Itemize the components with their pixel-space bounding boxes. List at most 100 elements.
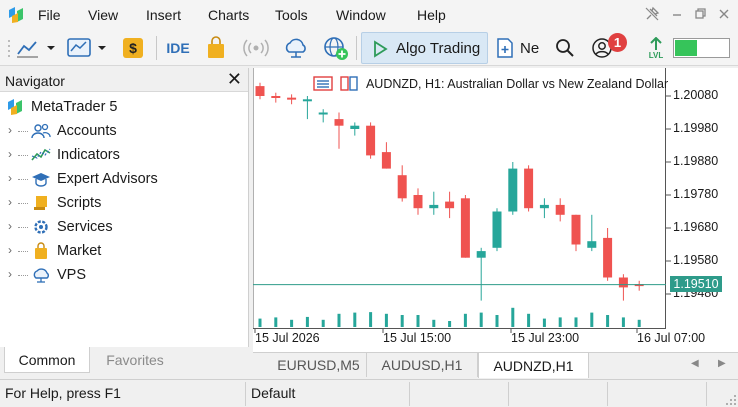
volume-bar: [305, 316, 309, 327]
restore-icon[interactable]: [692, 6, 708, 22]
candle-body: [587, 241, 597, 248]
level-button[interactable]: LVL: [643, 34, 669, 62]
algo-trading-label: Algo Trading: [396, 39, 481, 57]
expand-chevron-icon[interactable]: ›: [8, 243, 12, 257]
status-bar: For Help, press F1 Default: [0, 379, 738, 407]
expand-chevron-icon[interactable]: ›: [8, 267, 12, 281]
candle-body: [476, 251, 486, 258]
resize-grip-icon[interactable]: [725, 394, 737, 406]
menu-tools[interactable]: Tools: [275, 7, 308, 23]
menu-file[interactable]: File: [38, 7, 61, 23]
minimize-icon[interactable]: [669, 6, 685, 22]
new-order-icon: [497, 38, 513, 58]
volume-bar: [542, 318, 546, 327]
candle-body: [492, 211, 502, 248]
close-icon[interactable]: [716, 6, 732, 22]
volume-bar: [400, 315, 404, 327]
algo-trading-button[interactable]: Algo Trading: [361, 32, 488, 64]
navigator-panel: Navigator ✕ MetaTrader 5 › Accounts › In…: [0, 68, 249, 377]
search-button[interactable]: [553, 34, 577, 62]
nav-item-label: Services: [57, 219, 113, 235]
vps-button[interactable]: [282, 34, 310, 62]
expand-chevron-icon[interactable]: ›: [8, 195, 12, 209]
nav-item-scripts[interactable]: › Scripts: [0, 191, 248, 215]
candle-body: [397, 175, 407, 199]
candlestick-chart[interactable]: [253, 68, 738, 352]
volume-bar: [495, 315, 499, 327]
tab-scroll-left-icon[interactable]: ◀: [691, 358, 699, 369]
candle-body: [445, 201, 455, 209]
tab-common[interactable]: Common: [4, 347, 90, 373]
one-click-trading-icon[interactable]: [313, 76, 333, 91]
nav-item-expert-advisors[interactable]: › Expert Advisors: [0, 167, 248, 191]
time-tick: 15 Jul 15:00: [383, 331, 452, 345]
tab-audnzd-h1[interactable]: AUDNZD,H1: [478, 353, 589, 378]
expand-chevron-icon[interactable]: ›: [8, 147, 12, 161]
nav-root-metatrader[interactable]: MetaTrader 5: [0, 95, 248, 119]
volume-bar: [463, 313, 467, 327]
volume-bar: [290, 319, 294, 327]
menu-help[interactable]: Help: [417, 7, 446, 23]
volume-bar: [369, 312, 373, 327]
pin-icon[interactable]: [644, 6, 660, 22]
navigator-tabs: Common Favorites: [0, 347, 249, 377]
chart-type-dropdown[interactable]: [16, 34, 58, 62]
expand-chevron-icon[interactable]: ›: [8, 171, 12, 185]
nav-item-indicators[interactable]: › Indicators: [0, 143, 248, 167]
menu-window[interactable]: Window: [336, 7, 386, 23]
depth-of-market-icon[interactable]: [340, 76, 359, 91]
navigator-close-button[interactable]: ✕: [227, 69, 242, 90]
volume-bar: [527, 313, 531, 327]
cloud-icon: [33, 268, 49, 283]
chart-window[interactable]: AUDNZD, H1: Australian Dollar vs New Zea…: [253, 68, 738, 352]
volume-bar: [621, 317, 625, 327]
nav-item-label: Accounts: [57, 123, 117, 139]
level-meter-fill: [675, 40, 697, 56]
status-profile: Default: [251, 385, 296, 401]
candle-body: [350, 125, 360, 129]
price-tick: 1.20080: [673, 88, 719, 102]
indicators-icon: [31, 148, 51, 161]
tab-scroll-right-icon[interactable]: ▶: [718, 358, 726, 369]
accounts-icon: [31, 123, 51, 139]
candle-body: [571, 214, 581, 245]
nav-item-services[interactable]: › Services: [0, 215, 248, 239]
line-chart-icon: [17, 41, 55, 58]
ide-label: IDE: [166, 40, 190, 56]
tab-favorites[interactable]: Favorites: [90, 347, 180, 373]
menu-view[interactable]: View: [88, 7, 118, 23]
signal-broadcast-icon: [243, 39, 269, 57]
ide-button[interactable]: IDE: [163, 34, 193, 62]
status-help-text: For Help, press F1: [5, 385, 121, 401]
deposit-button[interactable]: $: [120, 34, 146, 62]
new-order-button[interactable]: Ne: [495, 34, 547, 62]
volume-bar: [479, 312, 483, 327]
graduation-cap-icon: [32, 173, 50, 187]
candle-body: [429, 204, 439, 209]
add-account-button[interactable]: [322, 34, 350, 62]
candle-body: [508, 168, 518, 212]
nav-item-accounts[interactable]: › Accounts: [0, 119, 248, 143]
nav-item-vps[interactable]: › VPS: [0, 263, 248, 287]
nav-item-market[interactable]: › Market: [0, 239, 248, 263]
market-button[interactable]: [203, 34, 229, 62]
volume-bar: [606, 315, 610, 327]
expand-chevron-icon[interactable]: ›: [8, 123, 12, 137]
nav-item-label: VPS: [57, 267, 87, 283]
candle-body: [287, 97, 297, 100]
notification-badge[interactable]: 1: [608, 33, 627, 52]
chart-tabs: EURUSD,M5 AUDUSD,H1 AUDNZD,H1 ◀ ▶: [253, 352, 738, 378]
candle-body: [460, 198, 470, 258]
templates-dropdown[interactable]: [66, 34, 110, 62]
menu-insert[interactable]: Insert: [146, 7, 181, 23]
signals-button[interactable]: [242, 34, 270, 62]
volume-bar: [511, 307, 515, 327]
volume-bar: [384, 313, 388, 327]
menu-charts[interactable]: Charts: [208, 7, 249, 23]
tab-eurusd-m5[interactable]: EURUSD,M5: [271, 353, 367, 377]
chart-info: AUDNZD, H1: Australian Dollar vs New Zea…: [313, 76, 668, 91]
metatrader-logo-icon[interactable]: [7, 6, 25, 24]
time-tick: 16 Jul 07:00: [637, 331, 706, 345]
expand-chevron-icon[interactable]: ›: [8, 219, 12, 233]
tab-audusd-h1[interactable]: AUDUSD,H1: [367, 353, 478, 377]
